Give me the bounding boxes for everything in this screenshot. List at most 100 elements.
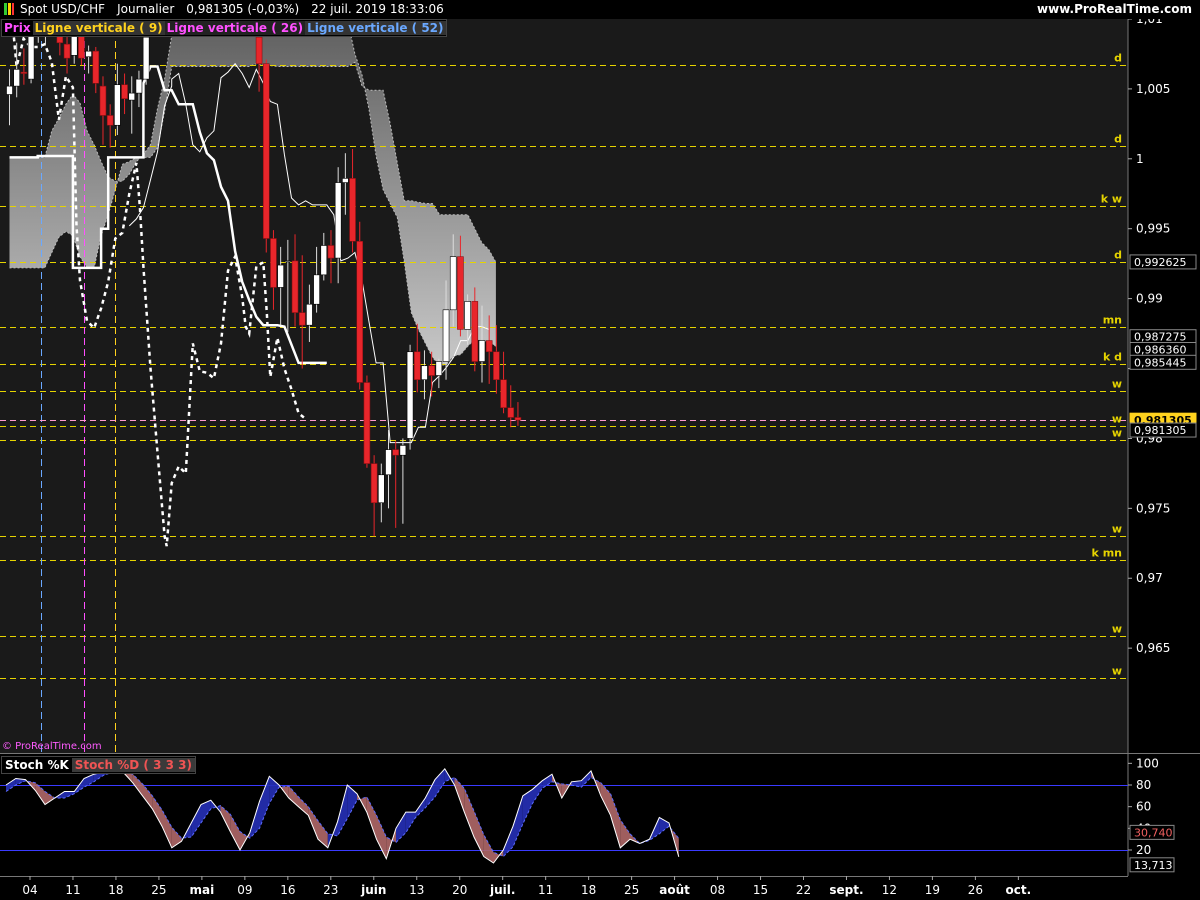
candle-body	[298, 312, 306, 326]
site-link[interactable]: www.ProRealTime.com	[1037, 0, 1192, 19]
legend-stoch-k[interactable]: Stoch %K	[2, 758, 72, 772]
stoch-y-label-0: 100	[1136, 756, 1159, 770]
candle-body	[370, 463, 378, 504]
x-tick-label-14: 25	[624, 883, 639, 897]
candle-body	[6, 85, 13, 95]
price-tag-2: 0,986360	[1134, 344, 1187, 357]
candle	[363, 375, 371, 468]
stoch-tag-1: 13,713	[1134, 859, 1173, 872]
level-label-12: w	[1112, 665, 1122, 678]
x-tick-label-21: 19	[925, 883, 940, 897]
legend-prix[interactable]: Prix	[2, 21, 33, 35]
candle-body	[63, 43, 71, 59]
y-tick-label-9: 0,965	[1136, 641, 1170, 655]
x-tick-label-11: juil.	[489, 883, 515, 897]
y-tick-label-7: 0,975	[1136, 501, 1170, 515]
candle-body	[327, 245, 335, 259]
candle-body	[291, 260, 299, 313]
candle-body	[428, 365, 435, 376]
candle-body	[363, 382, 371, 464]
candle-body	[135, 78, 143, 94]
candle-body	[78, 35, 85, 59]
candle-body	[493, 351, 500, 381]
candle-body	[128, 92, 136, 101]
x-tick-label-20: 12	[882, 883, 897, 897]
candle-body	[478, 340, 486, 362]
level-label-2: k w	[1101, 193, 1122, 206]
candle-body	[270, 238, 277, 288]
candle-body	[20, 71, 28, 74]
y-tick-label-1: 1,005	[1136, 82, 1170, 96]
candle-body	[514, 417, 522, 421]
candle-body	[284, 260, 292, 263]
level-label-10: k mn	[1092, 547, 1122, 560]
price-legend: Prix Ligne verticale ( 9) Ligne verticale …	[1, 19, 447, 37]
level-label-5: k d	[1103, 351, 1122, 364]
candle-body	[349, 178, 356, 242]
x-tick-label-10: 20	[452, 883, 467, 897]
candle	[262, 59, 270, 253]
candle-body	[85, 50, 92, 58]
stoch-legend: Stoch %K Stoch %D ( 3 3 3)	[1, 756, 196, 774]
candle	[356, 221, 364, 390]
price-tag-3: 0,985445	[1134, 356, 1187, 369]
candle-body	[442, 309, 450, 362]
x-tick-label-16: 08	[710, 883, 725, 897]
stoch-y-label-4: 20	[1136, 843, 1151, 857]
instrument-info: Spot USD/CHF Journalier 0,981305 (-0,03%) 2…	[4, 0, 456, 19]
level-label-1: d	[1114, 133, 1122, 146]
legend-stoch-d[interactable]: Stoch %D ( 3 3 3)	[71, 758, 195, 772]
candle-body	[485, 340, 493, 353]
symbol-name[interactable]: Spot USD/CHF	[20, 2, 105, 16]
level-label-4: mn	[1103, 314, 1122, 327]
x-tick-label-0: 04	[22, 883, 37, 897]
legend-vline-9[interactable]: Ligne verticale ( 9)	[32, 21, 165, 35]
x-tick-label-7: 23	[323, 883, 338, 897]
candle-body	[471, 301, 479, 362]
candle-body	[142, 36, 150, 80]
candle	[406, 344, 414, 450]
price-tag-1: 0,987275	[1134, 331, 1187, 344]
x-tick-label-3: 25	[151, 883, 166, 897]
candle-body	[385, 449, 392, 476]
candle-body	[92, 50, 100, 84]
candle-body	[262, 63, 270, 239]
candle-body	[356, 240, 364, 383]
candle-body	[114, 84, 121, 126]
x-tick-label-12: 11	[538, 883, 553, 897]
candle-body	[342, 178, 349, 183]
period-label[interactable]: Journalier	[117, 2, 174, 16]
legend-vline-52[interactable]: Ligne verticale ( 52)	[305, 21, 446, 35]
candle-body	[255, 36, 263, 65]
level-label-6: w	[1112, 378, 1122, 391]
candle-body	[421, 365, 428, 381]
candle-body	[334, 182, 342, 259]
level-label-3: d	[1114, 249, 1122, 262]
candle-body	[449, 256, 457, 311]
candle-body	[121, 84, 128, 99]
y-tick-label-3: 0,995	[1136, 222, 1170, 236]
candle-body	[413, 351, 421, 381]
price-tag-0: 0,992625	[1134, 256, 1187, 269]
x-tick-label-2: 18	[108, 883, 123, 897]
candle-body	[507, 407, 515, 418]
candle-body	[99, 85, 107, 116]
legend-vline-26[interactable]: Ligne verticale ( 26)	[164, 21, 306, 35]
candle-body	[457, 256, 464, 330]
candle-body	[13, 69, 20, 87]
candle-body	[378, 474, 385, 504]
candle-body	[277, 264, 284, 288]
price-tag-5: 0,981305	[1134, 424, 1187, 437]
candle-body	[406, 351, 414, 439]
x-tick-label-22: 26	[968, 883, 983, 897]
header-bar: Spot USD/CHF Journalier 0,981305 (-0,03%) 2…	[0, 0, 1200, 19]
x-tick-label-4: mai	[190, 883, 215, 897]
x-tick-label-19: sept.	[829, 883, 863, 897]
candle-body	[320, 245, 328, 276]
x-tick-label-15: août	[659, 883, 690, 897]
x-tick-label-5: 09	[237, 883, 252, 897]
level-label-9: w	[1112, 523, 1122, 536]
candle-body	[399, 445, 407, 456]
candle-body	[106, 115, 114, 126]
stoch-y-label-2: 60	[1136, 800, 1151, 814]
